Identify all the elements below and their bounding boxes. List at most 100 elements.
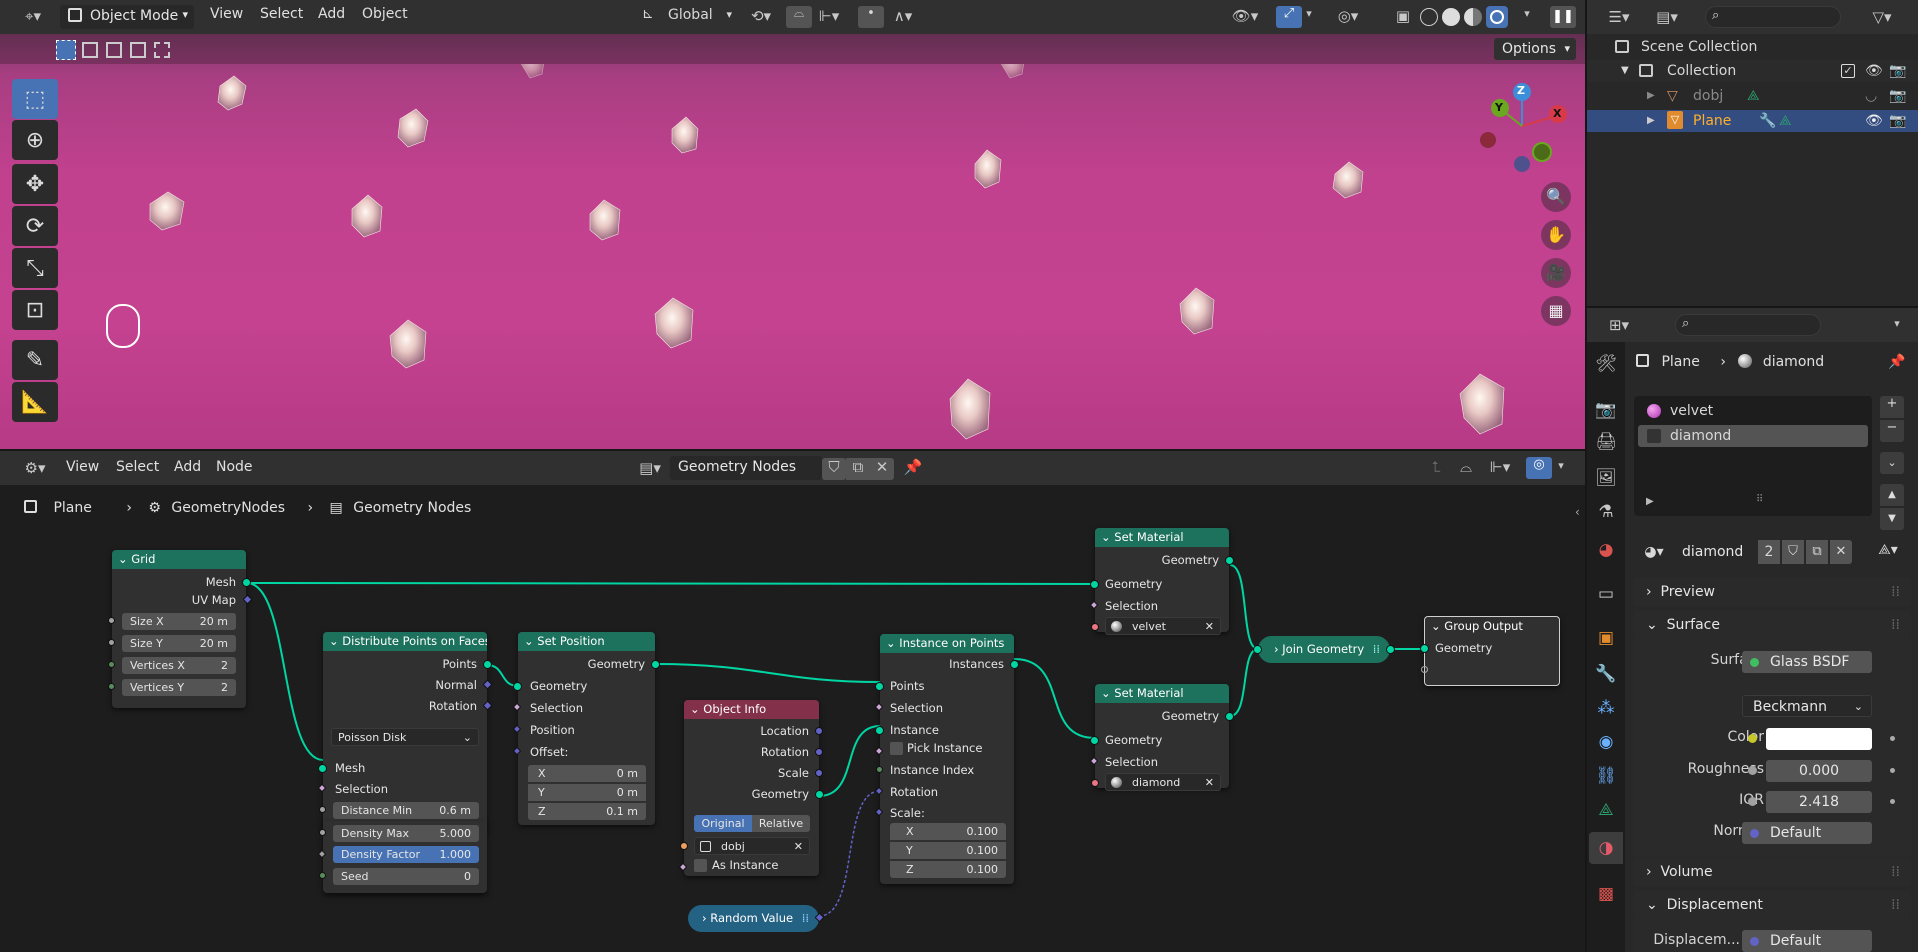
particles-tab-icon[interactable]: ⁂ <box>1595 698 1617 720</box>
menu-view[interactable]: View <box>210 6 243 22</box>
navigation-gizmo[interactable]: Z X Y <box>1474 80 1570 176</box>
input-socket[interactable] <box>318 764 327 773</box>
pause-render-button[interactable]: ❚❚ <box>1550 6 1576 28</box>
material-name-field[interactable]: diamond <box>1674 540 1756 564</box>
node-set-material-velvet[interactable]: ⌄ Set Material Geometry Geometry Selecti… <box>1089 528 1234 635</box>
texture-tab-icon[interactable]: ▩ <box>1595 884 1617 906</box>
density-max-field[interactable]: Density Max 5.000 <box>333 825 479 842</box>
remove-slot-button[interactable]: − <box>1880 420 1904 442</box>
vertices-x-field[interactable]: Vertices X 2 <box>122 657 236 674</box>
scale-z-field[interactable]: Z 0.100 <box>890 861 1006 878</box>
scene-tab-icon[interactable]: ⚗ <box>1595 502 1617 524</box>
offset-x-field[interactable]: X 0 m <box>528 765 646 782</box>
material-picker[interactable]: diamond ✕ <box>1105 773 1221 791</box>
surface-panel[interactable]: ⌄ Surface ⁞⁞ <box>1634 611 1910 639</box>
displacement-field[interactable]: Default <box>1742 930 1872 952</box>
as-instance-checkbox[interactable] <box>694 859 707 872</box>
select-tool[interactable]: ⬚ <box>12 79 58 119</box>
select-box-icons[interactable] <box>56 40 174 60</box>
node-header[interactable]: ⌄ Set Material <box>1095 528 1229 547</box>
zoom-button[interactable]: 🔍 <box>1541 182 1571 212</box>
filter-icon[interactable]: ▽▾ <box>1867 8 1897 26</box>
chevron-right-icon[interactable]: ▶ <box>1646 496 1654 507</box>
material-slot[interactable]: velvet <box>1638 400 1868 422</box>
outliner-row-scene[interactable]: Scene Collection <box>1587 36 1918 58</box>
material-slot-list[interactable]: velvet diamond ▶ ⠿ <box>1634 396 1872 516</box>
input-socket[interactable] <box>1090 736 1099 745</box>
camera-off-icon[interactable]: 📷 <box>1889 85 1906 107</box>
offset-z-field[interactable]: Z 0.1 m <box>528 803 646 820</box>
move-slot-up-button[interactable]: ▲ <box>1880 484 1904 506</box>
link-type-icon[interactable]: ⟁▾ <box>1868 542 1908 558</box>
input-socket[interactable] <box>319 872 326 879</box>
input-socket[interactable] <box>108 661 115 668</box>
drag-handle-icon[interactable]: ⁞⁞ <box>1891 578 1900 606</box>
node-set-position[interactable]: ⌄ Set Position Geometry Geometry Selecti… <box>512 632 660 825</box>
output-socket[interactable] <box>1010 660 1019 669</box>
select-subtract-icon[interactable] <box>106 42 122 58</box>
input-socket[interactable] <box>876 766 883 773</box>
sidebar-toggle[interactable]: ‹ <box>1575 505 1580 519</box>
node-header[interactable]: ⌄ Set Material <box>1095 684 1229 703</box>
transform-tool[interactable]: ⊡ <box>12 290 58 330</box>
node-set-material-diamond[interactable]: ⌄ Set Material Geometry Geometry Selecti… <box>1089 684 1234 791</box>
output-tab-icon[interactable]: 🖨 <box>1595 432 1617 454</box>
drag-handle-icon[interactable]: ⁞⁞ <box>1891 611 1900 639</box>
outliner-search-input[interactable]: ⌕ <box>1705 6 1841 28</box>
surface-shader-field[interactable]: Glass BSDF <box>1742 651 1872 673</box>
collection-tab-icon[interactable]: ▭ <box>1595 584 1617 606</box>
pin-icon[interactable]: 📌 <box>1888 354 1905 370</box>
ior-field[interactable]: 2.418 <box>1766 791 1872 813</box>
editor-type-icon[interactable]: ☰▾ <box>1603 8 1635 26</box>
unlink-icon[interactable]: ✕ <box>1830 540 1852 564</box>
chevron-down-icon[interactable]: ▾ <box>1302 7 1316 20</box>
output-socket[interactable] <box>815 790 824 799</box>
annotate-tool[interactable]: ✎ <box>12 340 58 380</box>
input-socket[interactable] <box>108 639 115 646</box>
node-object-info[interactable]: ⌄ Object Info Location Rotation Scale Ge… <box>678 700 824 876</box>
material-slot-active[interactable]: diamond <box>1638 425 1868 447</box>
drag-handle-icon[interactable]: ⁞⁞ <box>1891 858 1900 886</box>
node-grid[interactable]: ⌄ Grid Mesh UV Map Size X 20 m Size Y 20 m… <box>108 550 253 708</box>
duplicate-icon[interactable]: ⧉ <box>1806 540 1828 564</box>
wireframe-shading-icon[interactable] <box>1420 8 1438 26</box>
original-button[interactable]: Original <box>694 815 752 832</box>
constraints-tab-icon[interactable]: ⛓ <box>1595 766 1617 788</box>
output-socket[interactable] <box>242 578 251 587</box>
roughness-field[interactable]: 0.000 <box>1766 760 1872 782</box>
node-header[interactable]: ⌄ Instance on Points <box>880 634 1014 653</box>
drag-handle-icon[interactable]: ⁞⁞ <box>1891 891 1900 919</box>
eye-icon[interactable]: 👁 <box>1865 60 1883 82</box>
menu-object[interactable]: Object <box>362 6 408 22</box>
input-socket[interactable] <box>108 683 115 690</box>
render-tab-icon[interactable]: 📷 <box>1595 400 1617 422</box>
size-y-field[interactable]: Size Y 20 m <box>122 635 236 652</box>
node-header[interactable]: ⌄ Set Position <box>518 632 655 651</box>
output-socket[interactable] <box>1225 556 1234 565</box>
tool-tab-icon[interactable]: 🛠 <box>1595 354 1617 376</box>
input-socket[interactable] <box>680 842 688 850</box>
preview-panel[interactable]: › Preview ⁞⁞ <box>1634 578 1910 606</box>
distance-min-field[interactable]: Distance Min 0.6 m <box>333 802 479 819</box>
material-tab-icon[interactable]: ◑ <box>1595 838 1617 860</box>
chevron-down-icon[interactable]: ▾ <box>1887 317 1907 330</box>
slot-specials-button[interactable]: ⌄ <box>1880 452 1904 474</box>
input-socket[interactable] <box>875 682 884 691</box>
physics-tab-icon[interactable]: ◉ <box>1595 732 1617 754</box>
rotate-tool[interactable]: ⟳ <box>12 206 58 246</box>
seed-field[interactable]: Seed 0 <box>333 868 479 885</box>
volume-panel[interactable]: › Volume ⁞⁞ <box>1634 858 1910 886</box>
node-distribute-points[interactable]: ⌄ Distribute Points on Faces Points Norm… <box>317 632 493 828</box>
close-icon[interactable]: ✕ <box>1205 774 1214 792</box>
menu-select[interactable]: Select <box>260 6 303 22</box>
close-icon[interactable]: ✕ <box>794 838 803 856</box>
data-tab-icon[interactable]: ⟁ <box>1595 800 1617 822</box>
input-socket[interactable] <box>1091 779 1099 787</box>
scale-tool[interactable]: ⤡ <box>12 248 58 288</box>
outliner-row-collection[interactable]: ▼ Collection ✓ 👁 📷 <box>1587 60 1918 82</box>
users-count[interactable]: 2 <box>1758 540 1780 564</box>
outliner-row-dobj[interactable]: ▶ ▽ dobj ⟁ ◡ 📷 <box>1587 85 1918 107</box>
select-intersect-icon[interactable] <box>154 42 170 58</box>
color-swatch[interactable] <box>1766 728 1872 750</box>
gizmo-toggle[interactable]: ⤢ <box>1276 6 1302 28</box>
